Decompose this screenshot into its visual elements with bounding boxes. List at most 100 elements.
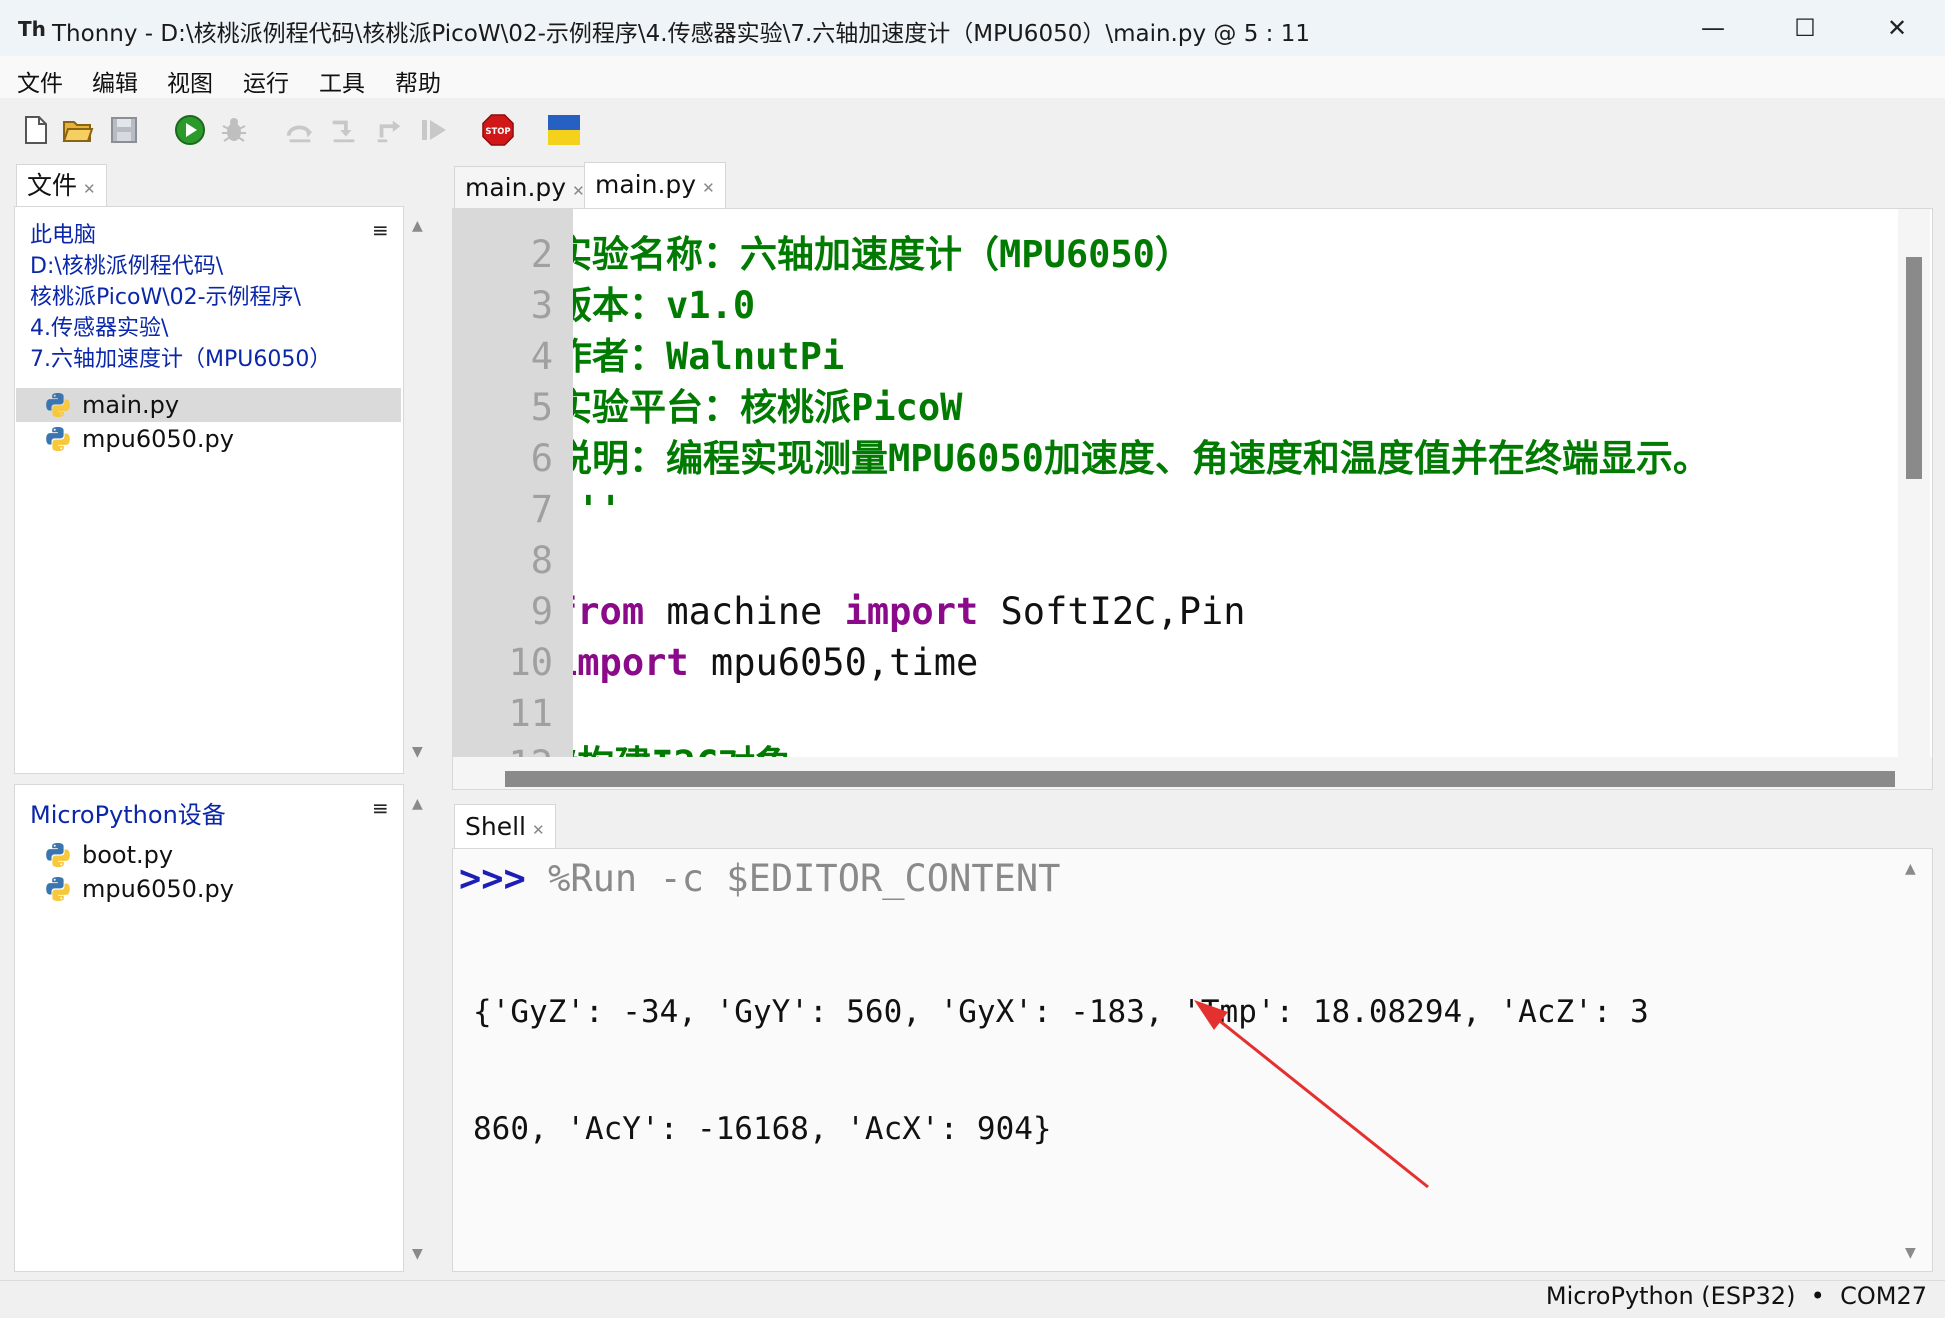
stop-icon[interactable]: STOP [482, 114, 514, 146]
scroll-down-icon[interactable]: ▼ [1905, 1245, 1916, 1261]
scrollbar-thumb[interactable] [1906, 257, 1922, 479]
code-line: 实验名称：六轴加速度计（MPU6050） [573, 229, 1710, 280]
file-item-selected[interactable]: main.py [16, 388, 401, 422]
step-out-icon[interactable] [374, 114, 406, 146]
path-segment[interactable]: 7.六轴加速度计（MPU6050） [30, 344, 331, 375]
tab-editor-main-2[interactable]: main.py ✕ [584, 162, 726, 209]
line-number: 6 [530, 437, 553, 480]
path-segment[interactable]: D:\核桃派例程代码\ [30, 251, 331, 282]
code-area[interactable]: 实验名称：六轴加速度计（MPU6050） 版本：v1.0 作者：WalnutPi 实验… [573, 209, 1873, 757]
menu-file[interactable]: 文件 [17, 64, 63, 98]
maximize-button[interactable]: ☐ [1759, 0, 1851, 56]
close-tab-icon[interactable]: ✕ [83, 180, 96, 198]
tab-files[interactable]: 文件 ✕ [16, 164, 107, 207]
editor-vertical-scrollbar[interactable] [1898, 209, 1930, 757]
status-backend[interactable]: MicroPython (ESP32) • COM27 [1546, 1282, 1927, 1310]
line-number: 8 [530, 539, 553, 582]
menu-tools[interactable]: 工具 [319, 64, 365, 98]
code-token: from [573, 590, 645, 633]
code-token: import [844, 590, 979, 633]
annotation-arrow [1194, 1000, 1429, 1189]
thonny-app-icon: Th [18, 17, 46, 41]
device-file-list: boot.py mpu6050.py [16, 838, 401, 906]
run-icon[interactable] [174, 114, 206, 146]
close-tab-icon[interactable]: ✕ [572, 182, 585, 200]
path-this-pc[interactable]: 此电脑 [30, 220, 331, 251]
python-file-icon [46, 427, 70, 451]
shell-command: %Run -c $EDITOR_CONTENT [525, 857, 1061, 900]
python-file-icon [46, 843, 70, 867]
tab-editor-main-1[interactable]: main.py ✕ [454, 166, 596, 209]
scroll-down-icon[interactable]: ▼ [412, 1246, 423, 1262]
scrollbar-thumb[interactable] [505, 771, 1895, 787]
file-name: mpu6050.py [82, 875, 234, 903]
line-number: 10 [508, 641, 553, 684]
shell-output-line: {'GyZ': -34, 'GyY': 560, 'GyX': -183, 'T… [473, 994, 1649, 1030]
code-token: 实验平台：核桃派PicoW [573, 386, 963, 429]
python-file-icon [46, 877, 70, 901]
shell-output: {'GyZ': -34, 'GyY': 560, 'GyX': -183, 'T… [473, 915, 1649, 1227]
tab-shell[interactable]: Shell ✕ [454, 804, 556, 849]
code-editor[interactable]: 23456789101112 实验名称：六轴加速度计（MPU6050）版本：v1… [452, 208, 1933, 790]
resume-icon[interactable] [418, 114, 450, 146]
menu-help[interactable]: 帮助 [395, 64, 441, 98]
line-numbers: 23456789101112 [463, 229, 553, 789]
minimize-button[interactable]: — [1667, 0, 1759, 56]
path-segment[interactable]: 4.传感器实验\ [30, 313, 331, 344]
python-file-icon [46, 393, 70, 417]
code-line: ''' [573, 484, 1710, 535]
code-token: #构建I2C对象 [573, 743, 792, 757]
code-token: machine [644, 590, 845, 633]
tab-label: main.py [595, 170, 697, 199]
shell-command-line: >>> %Run -c $EDITOR_CONTENT [459, 855, 1060, 903]
file-item[interactable]: mpu6050.py [16, 422, 401, 456]
line-number: 5 [530, 386, 553, 429]
line-number: 7 [530, 488, 553, 531]
window-title: Thonny - D:\核桃派例程代码\核桃派PicoW\02-示例程序\4.传… [52, 21, 1310, 47]
tab-label: Shell [465, 812, 526, 841]
line-number: 11 [508, 692, 553, 735]
code-line: #构建I2C对象 [573, 739, 1710, 757]
close-button[interactable]: ✕ [1851, 0, 1943, 56]
close-tab-icon[interactable]: ✕ [702, 179, 715, 197]
tab-files-label: 文件 [27, 171, 78, 200]
scroll-up-icon[interactable]: ▲ [412, 796, 423, 812]
code-line: from machine import SoftI2C,Pin [573, 586, 1710, 637]
panel-menu-icon[interactable]: ≡ [372, 218, 389, 242]
panel-menu-icon[interactable]: ≡ [372, 796, 389, 820]
svg-text:STOP: STOP [485, 126, 510, 136]
open-file-icon[interactable] [62, 114, 94, 146]
step-over-icon[interactable] [284, 114, 316, 146]
menu-edit[interactable]: 编辑 [92, 64, 138, 98]
scroll-up-icon[interactable]: ▲ [1905, 861, 1916, 877]
file-name: mpu6050.py [82, 425, 234, 453]
debug-icon[interactable] [218, 114, 250, 146]
code-token: ''' [573, 488, 622, 531]
editor-horizontal-scrollbar[interactable] [453, 757, 1932, 789]
close-tab-icon[interactable]: ✕ [532, 821, 545, 839]
file-name: boot.py [82, 841, 174, 869]
file-item[interactable]: boot.py [16, 838, 401, 872]
scroll-up-icon[interactable]: ▲ [412, 218, 423, 234]
local-path-breadcrumb: 此电脑 D:\核桃派例程代码\ 核桃派PicoW\02-示例程序\ 4.传感器实… [30, 220, 331, 375]
code-token: mpu6050,time [688, 641, 979, 684]
save-icon[interactable] [108, 114, 140, 146]
menu-run[interactable]: 运行 [243, 64, 289, 98]
device-header[interactable]: MicroPython设备 [30, 795, 226, 830]
file-item[interactable]: mpu6050.py [16, 872, 401, 906]
ukraine-flag-icon[interactable] [548, 114, 580, 146]
step-into-icon[interactable] [328, 114, 360, 146]
code-line: 实验平台：核桃派PicoW [573, 382, 1710, 433]
file-name: main.py [82, 391, 180, 419]
code-token: 版本：v1.0 [573, 284, 756, 327]
new-file-icon[interactable] [20, 114, 52, 146]
code-token: 实验名称：六轴加速度计（MPU6050） [573, 233, 1192, 276]
line-number: 9 [530, 590, 553, 633]
scroll-down-icon[interactable]: ▼ [412, 744, 423, 760]
code-token: 作者：WalnutPi [573, 335, 845, 378]
code-line: 版本：v1.0 [573, 280, 1710, 331]
menu-view[interactable]: 视图 [167, 64, 213, 98]
tab-label: main.py [465, 173, 567, 202]
code-token: import [573, 641, 689, 684]
path-segment[interactable]: 核桃派PicoW\02-示例程序\ [30, 282, 331, 313]
